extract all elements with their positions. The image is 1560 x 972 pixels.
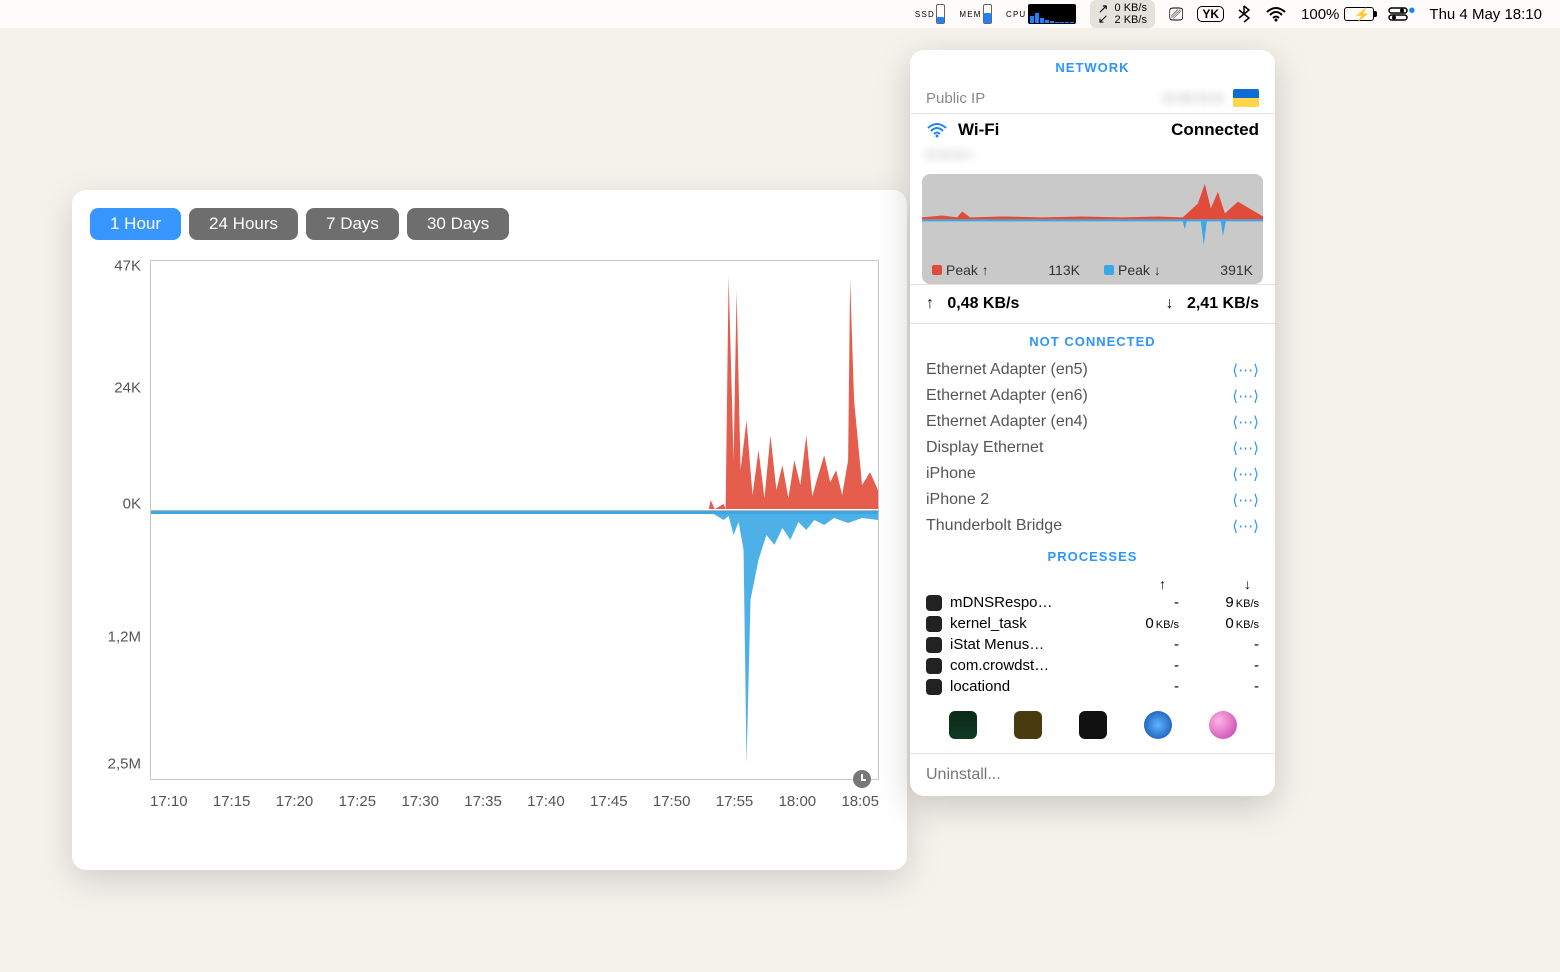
interface-row[interactable]: Thunderbolt Bridge⟨⋯⟩ bbox=[910, 513, 1275, 539]
throughput-chart bbox=[150, 260, 879, 780]
process-row[interactable]: com.crowdst…-- bbox=[910, 655, 1275, 676]
ethernet-icon: ⟨⋯⟩ bbox=[1232, 491, 1259, 509]
public-ip-row[interactable]: Public IP •• ••• •• •• bbox=[910, 83, 1275, 113]
terminal-icon[interactable] bbox=[1079, 711, 1107, 739]
ethernet-icon: ⟨⋯⟩ bbox=[1232, 465, 1259, 483]
interface-row[interactable]: Ethernet Adapter (en5)⟨⋯⟩ bbox=[910, 357, 1275, 383]
tab-30-days[interactable]: 30 Days bbox=[407, 208, 509, 240]
ethernet-icon: ⟨⋯⟩ bbox=[1232, 439, 1259, 457]
process-row[interactable]: kernel_task0KB/s0KB/s bbox=[910, 613, 1275, 634]
public-ip-value: •• ••• •• •• bbox=[1163, 90, 1223, 107]
tab-24-hours[interactable]: 24 Hours bbox=[189, 208, 298, 240]
updown-arrows-icon: ↗↙ bbox=[1098, 4, 1109, 24]
rate-up: 0,48 KB/s bbox=[947, 295, 1019, 312]
tab-1-hour[interactable]: 1 Hour bbox=[90, 208, 181, 240]
ssd-gauge[interactable]: S S D bbox=[915, 4, 945, 24]
network-utility-icon[interactable] bbox=[1144, 711, 1172, 739]
network-title: NETWORK bbox=[910, 50, 1275, 83]
rate-down: 2,41 KB/s bbox=[1187, 295, 1259, 312]
country-flag-icon bbox=[1233, 89, 1259, 107]
console-icon[interactable] bbox=[1014, 711, 1042, 739]
istat-icon[interactable] bbox=[1209, 711, 1237, 739]
menubar-datetime[interactable]: Thu 4 May 18:10 bbox=[1429, 6, 1542, 23]
control-center-icon[interactable]: • bbox=[1388, 7, 1415, 21]
ethernet-icon: ⟨⋯⟩ bbox=[1232, 361, 1259, 379]
process-icon bbox=[926, 679, 942, 695]
airplay-icon[interactable]: ⎚ bbox=[1169, 4, 1183, 25]
process-row[interactable]: mDNSRespo…-9KB/s bbox=[910, 592, 1275, 613]
network-menubar-widget[interactable]: ↗↙ 0 KB/s 2 KB/s bbox=[1090, 0, 1155, 28]
processes-header: ↑↓ bbox=[910, 572, 1275, 592]
wifi-ssid: •• •• •• • bbox=[926, 146, 972, 162]
interface-row[interactable]: Ethernet Adapter (en6)⟨⋯⟩ bbox=[910, 383, 1275, 409]
process-row[interactable]: locationd-- bbox=[910, 676, 1275, 697]
interface-row[interactable]: iPhone⟨⋯⟩ bbox=[910, 461, 1275, 487]
chart-window: 1 Hour 24 Hours 7 Days 30 Days 47K 24K 0… bbox=[72, 190, 907, 870]
wifi-icon[interactable] bbox=[1265, 6, 1287, 22]
ethernet-icon: ⟨⋯⟩ bbox=[1232, 413, 1259, 431]
x-axis-labels: 17:1017:15 17:2017:25 17:3017:35 17:4017… bbox=[150, 793, 879, 810]
not-connected-list: Ethernet Adapter (en5)⟨⋯⟩ Ethernet Adapt… bbox=[910, 357, 1275, 539]
keyboard-layout[interactable]: YK bbox=[1197, 6, 1224, 22]
y-axis-labels: 47K 24K 0K 1,2M 2,5M bbox=[90, 250, 145, 780]
wifi-icon bbox=[926, 122, 948, 138]
process-icon bbox=[926, 595, 942, 611]
wifi-row[interactable]: Wi-Fi Connected bbox=[910, 114, 1275, 146]
menubar-net-up: 0 KB/s bbox=[1115, 2, 1147, 14]
time-range-tabs: 1 Hour 24 Hours 7 Days 30 Days bbox=[90, 208, 889, 240]
menubar-net-down: 2 KB/s bbox=[1115, 14, 1147, 26]
process-icon bbox=[926, 637, 942, 653]
tab-7-days[interactable]: 7 Days bbox=[306, 208, 399, 240]
bluetooth-icon[interactable] bbox=[1238, 5, 1251, 23]
menubar: S S D M E M C P U ↗↙ 0 KB/s 2 KB/s ⎚ YK … bbox=[0, 0, 1560, 28]
interface-row[interactable]: Ethernet Adapter (en4)⟨⋯⟩ bbox=[910, 409, 1275, 435]
battery-status[interactable]: 100% ⚡ bbox=[1301, 6, 1374, 23]
ethernet-icon: ⟨⋯⟩ bbox=[1232, 387, 1259, 405]
process-icon bbox=[926, 658, 942, 674]
processes-title: PROCESSES bbox=[910, 539, 1275, 572]
ssd-label: S S D bbox=[915, 11, 933, 18]
interface-row[interactable]: iPhone 2⟨⋯⟩ bbox=[910, 487, 1275, 513]
process-row[interactable]: iStat Menus…-- bbox=[910, 634, 1275, 655]
activity-monitor-icon[interactable] bbox=[949, 711, 977, 739]
current-rate-row: ↑ 0,48 KB/s ↓ 2,41 KB/s bbox=[910, 284, 1275, 324]
processes-list: mDNSRespo…-9KB/skernel_task0KB/s0KB/siSt… bbox=[910, 592, 1275, 697]
app-shortcuts bbox=[910, 697, 1275, 753]
clock-icon[interactable] bbox=[853, 770, 871, 788]
process-icon bbox=[926, 616, 942, 632]
ethernet-icon: ⟨⋯⟩ bbox=[1232, 517, 1259, 535]
cpu-gauge[interactable]: C P U bbox=[1006, 4, 1076, 24]
not-connected-title: NOT CONNECTED bbox=[910, 324, 1275, 357]
interface-row[interactable]: Display Ethernet⟨⋯⟩ bbox=[910, 435, 1275, 461]
network-panel: NETWORK Public IP •• ••• •• •• Wi-Fi Con… bbox=[910, 50, 1275, 796]
mini-throughput-chart: Peak ↑ 113K Peak ↓ 391K bbox=[922, 174, 1263, 284]
uninstall-link[interactable]: Uninstall... bbox=[910, 753, 1275, 796]
battery-icon: ⚡ bbox=[1344, 7, 1374, 21]
mem-gauge[interactable]: M E M bbox=[959, 4, 992, 24]
